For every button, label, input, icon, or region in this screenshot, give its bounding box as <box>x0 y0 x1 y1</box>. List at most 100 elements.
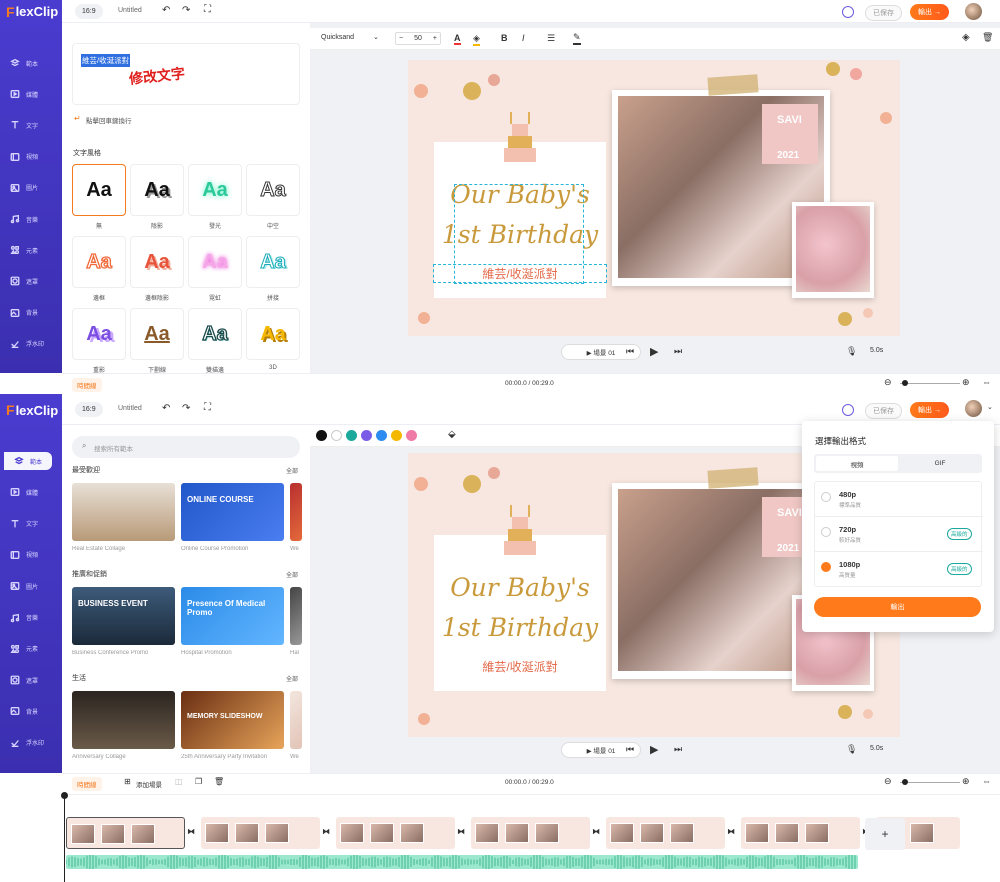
title-line-1[interactable]: Our Baby's <box>434 573 606 602</box>
text-style-9[interactable]: Aa <box>72 308 126 360</box>
view-all-link[interactable]: 全部 <box>286 674 298 683</box>
size-value[interactable]: 50 <box>414 35 422 42</box>
mic-icon[interactable]: 🎙 <box>846 744 857 755</box>
sidebar-item-image[interactable]: 圖片 <box>0 179 62 197</box>
tab-gif[interactable]: GIF <box>900 456 980 471</box>
view-all-link[interactable]: 全部 <box>286 466 298 475</box>
bold-button[interactable]: B <box>501 33 508 43</box>
text-style-2[interactable]: Aa <box>130 164 184 216</box>
zoom-slider[interactable] <box>900 782 960 783</box>
template-thumbnail[interactable]: BUSINESS EVENT <box>72 587 175 645</box>
split-icon[interactable]: ◫ <box>175 777 183 786</box>
font-size-stepper[interactable]: − 50 + <box>395 32 441 45</box>
color-swatch[interactable] <box>391 430 402 441</box>
radio-icon[interactable] <box>821 492 831 502</box>
radio-checked-icon[interactable] <box>821 562 831 572</box>
redo-icon[interactable]: ↷ <box>182 5 190 16</box>
sidebar-item-music[interactable]: 音樂 <box>0 609 62 627</box>
selection-box[interactable] <box>454 184 584 284</box>
export-button-2[interactable]: 輸出 → <box>910 402 949 418</box>
color-swatch[interactable] <box>376 430 387 441</box>
radio-icon[interactable] <box>821 527 831 537</box>
chevron-down-icon[interactable]: ⌄ <box>373 33 379 41</box>
sidebar-item-text[interactable]: 文字 <box>0 116 62 134</box>
layers-icon[interactable]: ◈ <box>962 32 970 43</box>
color-swatch[interactable] <box>346 430 357 441</box>
template-thumbnail[interactable]: MEMORY SLIDESHOW <box>181 691 284 749</box>
timeline-clip[interactable] <box>741 817 860 849</box>
align-icon[interactable]: ☰ <box>547 33 555 44</box>
transition-icon[interactable]: ⧓ <box>592 827 600 836</box>
skip-back-icon[interactable]: ⏮ <box>626 744 634 755</box>
zoom-slider[interactable] <box>900 383 960 384</box>
sidebar-item-background[interactable]: 背景 <box>0 702 62 720</box>
zoom-handle[interactable] <box>902 380 908 386</box>
fullscreen-icon[interactable]: ⛶ <box>204 402 211 413</box>
timeline-clip[interactable] <box>606 817 725 849</box>
chat-icon[interactable] <box>842 6 854 18</box>
canvas-scene[interactable]: Our Baby's 1st Birthday 維芸/收涎派對 SAVI 2021 <box>408 60 900 336</box>
add-scene-icon[interactable]: ⊞ <box>124 777 131 786</box>
avatar-2[interactable] <box>965 400 982 417</box>
text-style-3[interactable]: Aa <box>188 164 242 216</box>
transition-icon[interactable]: ⧓ <box>457 827 465 836</box>
play-icon[interactable]: ▶ <box>650 743 658 756</box>
color-swatch[interactable] <box>361 430 372 441</box>
sidebar-item-image[interactable]: 圖片 <box>0 577 62 595</box>
skip-forward-icon[interactable]: ⏭ <box>674 744 682 755</box>
export-confirm-button[interactable]: 輸出 <box>814 597 981 617</box>
sidebar-item-watermark[interactable]: 浮水印 <box>0 734 62 752</box>
sidebar-item-elements[interactable]: 元素 <box>0 640 62 658</box>
playhead[interactable] <box>64 794 65 882</box>
transition-icon[interactable]: ⧓ <box>727 827 735 836</box>
skip-back-icon[interactable]: ⏮ <box>626 346 634 357</box>
zoom-handle[interactable] <box>902 779 908 785</box>
fit-icon[interactable]: ⇔ <box>982 377 991 387</box>
color-swatch[interactable] <box>331 430 342 441</box>
avatar[interactable] <box>965 3 982 20</box>
transition-icon[interactable]: ⧓ <box>187 827 195 836</box>
fill-icon[interactable]: ⬙ <box>448 429 456 440</box>
sidebar-item-elements[interactable]: 元素 <box>0 241 62 259</box>
resolution-option-1080p[interactable]: 1080p 高質量 高級的 <box>815 552 983 587</box>
color-swatch[interactable] <box>406 430 417 441</box>
text-style-7[interactable]: Aa <box>188 236 242 288</box>
text-style-11[interactable]: Aa <box>188 308 242 360</box>
sidebar-item-mask[interactable]: 遮罩 <box>0 272 62 290</box>
timeline-clip[interactable] <box>336 817 455 849</box>
add-clip-button[interactable]: + <box>865 818 905 850</box>
fit-icon[interactable]: ⇔ <box>982 776 991 786</box>
ratio-button[interactable]: 16:9 <box>75 4 103 19</box>
sidebar-item-background[interactable]: 背景 <box>0 304 62 322</box>
redo-icon[interactable]: ↷ <box>182 403 190 414</box>
trash-icon[interactable]: 🗑 <box>982 32 993 43</box>
zoom-in-icon[interactable]: ⊕ <box>962 377 970 388</box>
sidebar-item-media[interactable]: 媒體 <box>0 85 62 103</box>
duration-label-2[interactable]: 5.0s <box>870 745 883 752</box>
chat-icon[interactable] <box>842 404 854 416</box>
zoom-out-icon[interactable]: ⊖ <box>884 776 892 787</box>
timeline-toggle[interactable]: 時間線 <box>72 378 102 392</box>
text-color-icon[interactable]: A <box>454 33 461 45</box>
timeline-clip[interactable] <box>66 817 185 849</box>
undo-icon[interactable]: ↶ <box>162 403 170 414</box>
sidebar-item-text[interactable]: 文字 <box>0 515 62 533</box>
template-thumbnail[interactable] <box>72 691 175 749</box>
project-title-2[interactable]: Untitled <box>118 405 142 412</box>
size-minus[interactable]: − <box>399 35 403 42</box>
export-button[interactable]: 輸出 → <box>910 4 949 20</box>
mic-icon[interactable]: 🎙 <box>846 346 857 357</box>
pen-icon[interactable]: ✎ <box>573 32 581 45</box>
playhead-handle[interactable] <box>61 792 68 799</box>
text-style-10[interactable]: Aa <box>130 308 184 360</box>
sidebar-item-video[interactable]: 視頻 <box>0 148 62 166</box>
sidebar-item-video[interactable]: 視頻 <box>0 546 62 564</box>
text-style-5[interactable]: Aa <box>72 236 126 288</box>
timeline-toggle-2[interactable]: 時間線 <box>72 777 102 791</box>
sidebar-item-mask[interactable]: 遮罩 <box>0 671 62 689</box>
add-scene-button[interactable]: 添加場景 <box>136 779 162 789</box>
template-thumbnail[interactable] <box>290 691 302 749</box>
text-style-12[interactable]: Aa <box>246 308 300 360</box>
text-style-1[interactable]: Aa <box>72 164 126 216</box>
font-select[interactable]: Quicksand <box>321 34 354 41</box>
